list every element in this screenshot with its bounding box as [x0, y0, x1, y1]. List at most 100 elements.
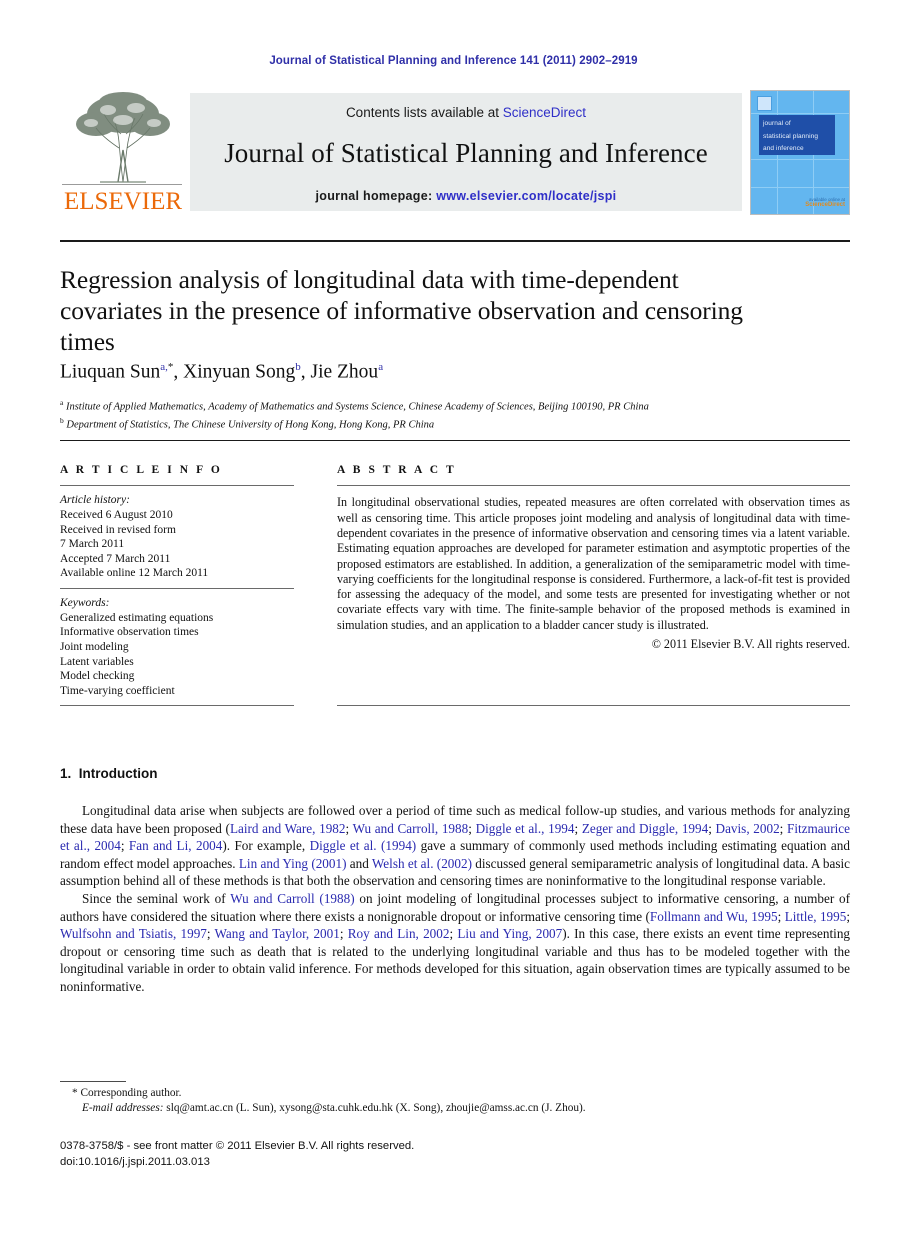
keywords-block: Keywords: Generalized estimating equatio…	[60, 596, 294, 698]
elsevier-logo-divider	[62, 184, 182, 185]
body-text-run: ;	[120, 838, 129, 854]
cover-grid-line	[751, 187, 849, 188]
keyword-item: Generalized estimating equations	[60, 611, 214, 624]
affiliation-b-text: Department of Statistics, The Chinese Un…	[66, 419, 435, 431]
citation-link[interactable]: Welsh et al. (2002)	[372, 856, 472, 871]
cover-grid-line	[751, 113, 849, 114]
keyword-item: Latent variables	[60, 655, 134, 668]
article-history-block: Article history: Received 6 August 2010 …	[60, 493, 294, 581]
keyword-item: Time-varying coefficient	[60, 684, 175, 697]
citation-link[interactable]: Fan and Li, 2004	[129, 838, 222, 853]
cover-title-line2: statistical planning	[763, 132, 819, 140]
citation-link[interactable]: Wu and Carroll, 1988	[353, 821, 469, 836]
citation-link[interactable]: Follmann and Wu, 1995	[650, 909, 778, 924]
paragraph-1: Longitudinal data arise when subjects ar…	[60, 802, 850, 890]
page-title: Regression analysis of longitudinal data…	[60, 265, 743, 356]
body-text-run: ;	[206, 926, 215, 942]
body-text-run: ;	[708, 820, 716, 836]
body-text-run: ;	[779, 820, 788, 836]
abstract-top-rule	[337, 485, 850, 487]
keyword-item: Joint modeling	[60, 640, 129, 653]
cover-grid-line	[751, 159, 849, 160]
affiliation-marker-b: b	[60, 416, 64, 425]
author-separator: ,	[173, 361, 184, 383]
citation-link[interactable]: Diggle et al. (1994)	[310, 838, 417, 853]
section-title: Introduction	[78, 766, 158, 781]
front-matter-line: 0378-3758/$ - see front matter © 2011 El…	[60, 1140, 415, 1152]
abstract-bottom-rule	[337, 705, 850, 707]
header-divider	[60, 240, 850, 242]
author-affiliation-marker[interactable]: a,	[160, 361, 168, 373]
cover-footer-brand: ScienceDirect	[805, 201, 845, 208]
journal-homepage-line: journal homepage: www.elsevier.com/locat…	[190, 189, 742, 203]
history-item: 7 March 2011	[60, 538, 125, 551]
elsevier-tree-icon	[76, 92, 170, 183]
citation-link[interactable]: Wu and Carroll (1988)	[230, 891, 354, 906]
elsevier-logo: ELSEVIER	[60, 90, 186, 215]
contents-list-line: Contents lists available at ScienceDirec…	[190, 105, 742, 120]
body-text-run: ;	[777, 908, 785, 924]
cover-title-line3: and inference	[763, 145, 804, 152]
affiliation-marker-a: a	[60, 398, 64, 407]
journal-title: Journal of Statistical Planning and Infe…	[224, 138, 708, 168]
citation-link[interactable]: Liu and Ying, 2007	[457, 926, 562, 941]
author-name: Xinyuan Song	[183, 361, 296, 383]
body-text-run: ). For example,	[222, 838, 310, 854]
email-label: E-mail addresses:	[82, 1102, 164, 1114]
body-text-run: ;	[339, 926, 348, 942]
corresponding-author-note: * Corresponding author.	[72, 1087, 182, 1099]
cover-footer: available online at ScienceDirect	[795, 197, 845, 208]
author-name: Jie Zhou	[310, 361, 379, 383]
citation-link[interactable]: Roy and Lin, 2002	[348, 926, 450, 941]
body-text-run: Since the seminal work of	[82, 890, 231, 906]
affiliation-a-text: Institute of Applied Mathematics, Academ…	[65, 401, 649, 413]
keywords-label: Keywords:	[60, 597, 110, 610]
journal-homepage-link[interactable]: www.elsevier.com/locate/jspi	[436, 189, 616, 203]
elsevier-wordmark: ELSEVIER	[63, 188, 183, 215]
email-addresses-note: E-mail addresses: slq@amt.ac.cn (L. Sun)…	[60, 1101, 850, 1116]
running-head: Journal of Statistical Planning and Infe…	[269, 55, 638, 67]
article-history-label: Article history:	[60, 494, 130, 507]
body-text-run: ;	[345, 820, 353, 836]
affiliation-a: a Institute of Applied Mathematics, Acad…	[60, 396, 850, 414]
article-info-mid-rule	[60, 587, 294, 590]
sciencedirect-link[interactable]: ScienceDirect	[503, 105, 586, 120]
history-item: Accepted 7 March 2011	[60, 552, 171, 565]
article-info-top-rule	[60, 485, 294, 487]
email-values[interactable]: slq@amt.ac.cn (L. Sun), xysong@sta.cuhk.…	[163, 1102, 585, 1114]
body-text-run: ;	[846, 908, 850, 924]
paragraph-2: Since the seminal work of Wu and Carroll…	[60, 890, 850, 996]
journal-cover-thumbnail[interactable]: journal of statistical planning and infe…	[750, 90, 850, 215]
journal-header-box: Contents lists available at ScienceDirec…	[190, 93, 742, 211]
author-name: Liuquan Sun	[60, 361, 161, 383]
section-number: 1.	[60, 766, 72, 781]
body-text-run: ;	[468, 820, 476, 836]
article-info-bottom-rule	[60, 705, 294, 707]
keyword-item: Model checking	[60, 670, 135, 683]
citation-link[interactable]: Little, 1995	[785, 909, 847, 924]
abstract-text: In longitudinal observational studies, r…	[337, 495, 850, 632]
citation-link[interactable]: Laird and Ware, 1982	[230, 821, 346, 836]
abstract-column: A B S T R A C T In longitudinal observat…	[337, 464, 850, 707]
doi-line[interactable]: doi:10.1016/j.jspi.2011.03.013	[60, 1155, 850, 1171]
affiliation-list: a Institute of Applied Mathematics, Acad…	[60, 396, 850, 432]
abstract-heading: A B S T R A C T	[337, 464, 457, 476]
citation-link[interactable]: Wulfsohn and Tsiatis, 1997	[60, 926, 207, 941]
affiliation-b: b Department of Statistics, The Chinese …	[60, 414, 850, 432]
journal-masthead: ELSEVIER Contents lists available at Sci…	[60, 90, 850, 218]
cover-elsevier-mark-icon	[757, 96, 772, 111]
citation-link[interactable]: Diggle et al., 1994	[476, 821, 575, 836]
paper-page: Journal of Statistical Planning and Infe…	[0, 0, 907, 1238]
citation-link[interactable]: Zeger and Diggle, 1994	[582, 821, 708, 836]
citation-link[interactable]: Davis, 2002	[716, 821, 780, 836]
section-heading-introduction: 1. Introduction	[60, 766, 158, 781]
author-affiliation-marker[interactable]: a	[378, 361, 383, 373]
footnote-divider	[60, 1081, 126, 1082]
homepage-prefix: journal homepage:	[315, 189, 437, 203]
citation-link[interactable]: Lin and Ying (2001)	[239, 856, 347, 871]
footnote-block: * Corresponding author. E-mail addresses…	[60, 1086, 850, 1116]
abstract-copyright: © 2011 Elsevier B.V. All rights reserved…	[651, 637, 850, 652]
citation-link[interactable]: Wang and Taylor, 2001	[215, 926, 340, 941]
body-text-run: and	[346, 855, 372, 871]
keyword-item: Informative observation times	[60, 626, 199, 639]
